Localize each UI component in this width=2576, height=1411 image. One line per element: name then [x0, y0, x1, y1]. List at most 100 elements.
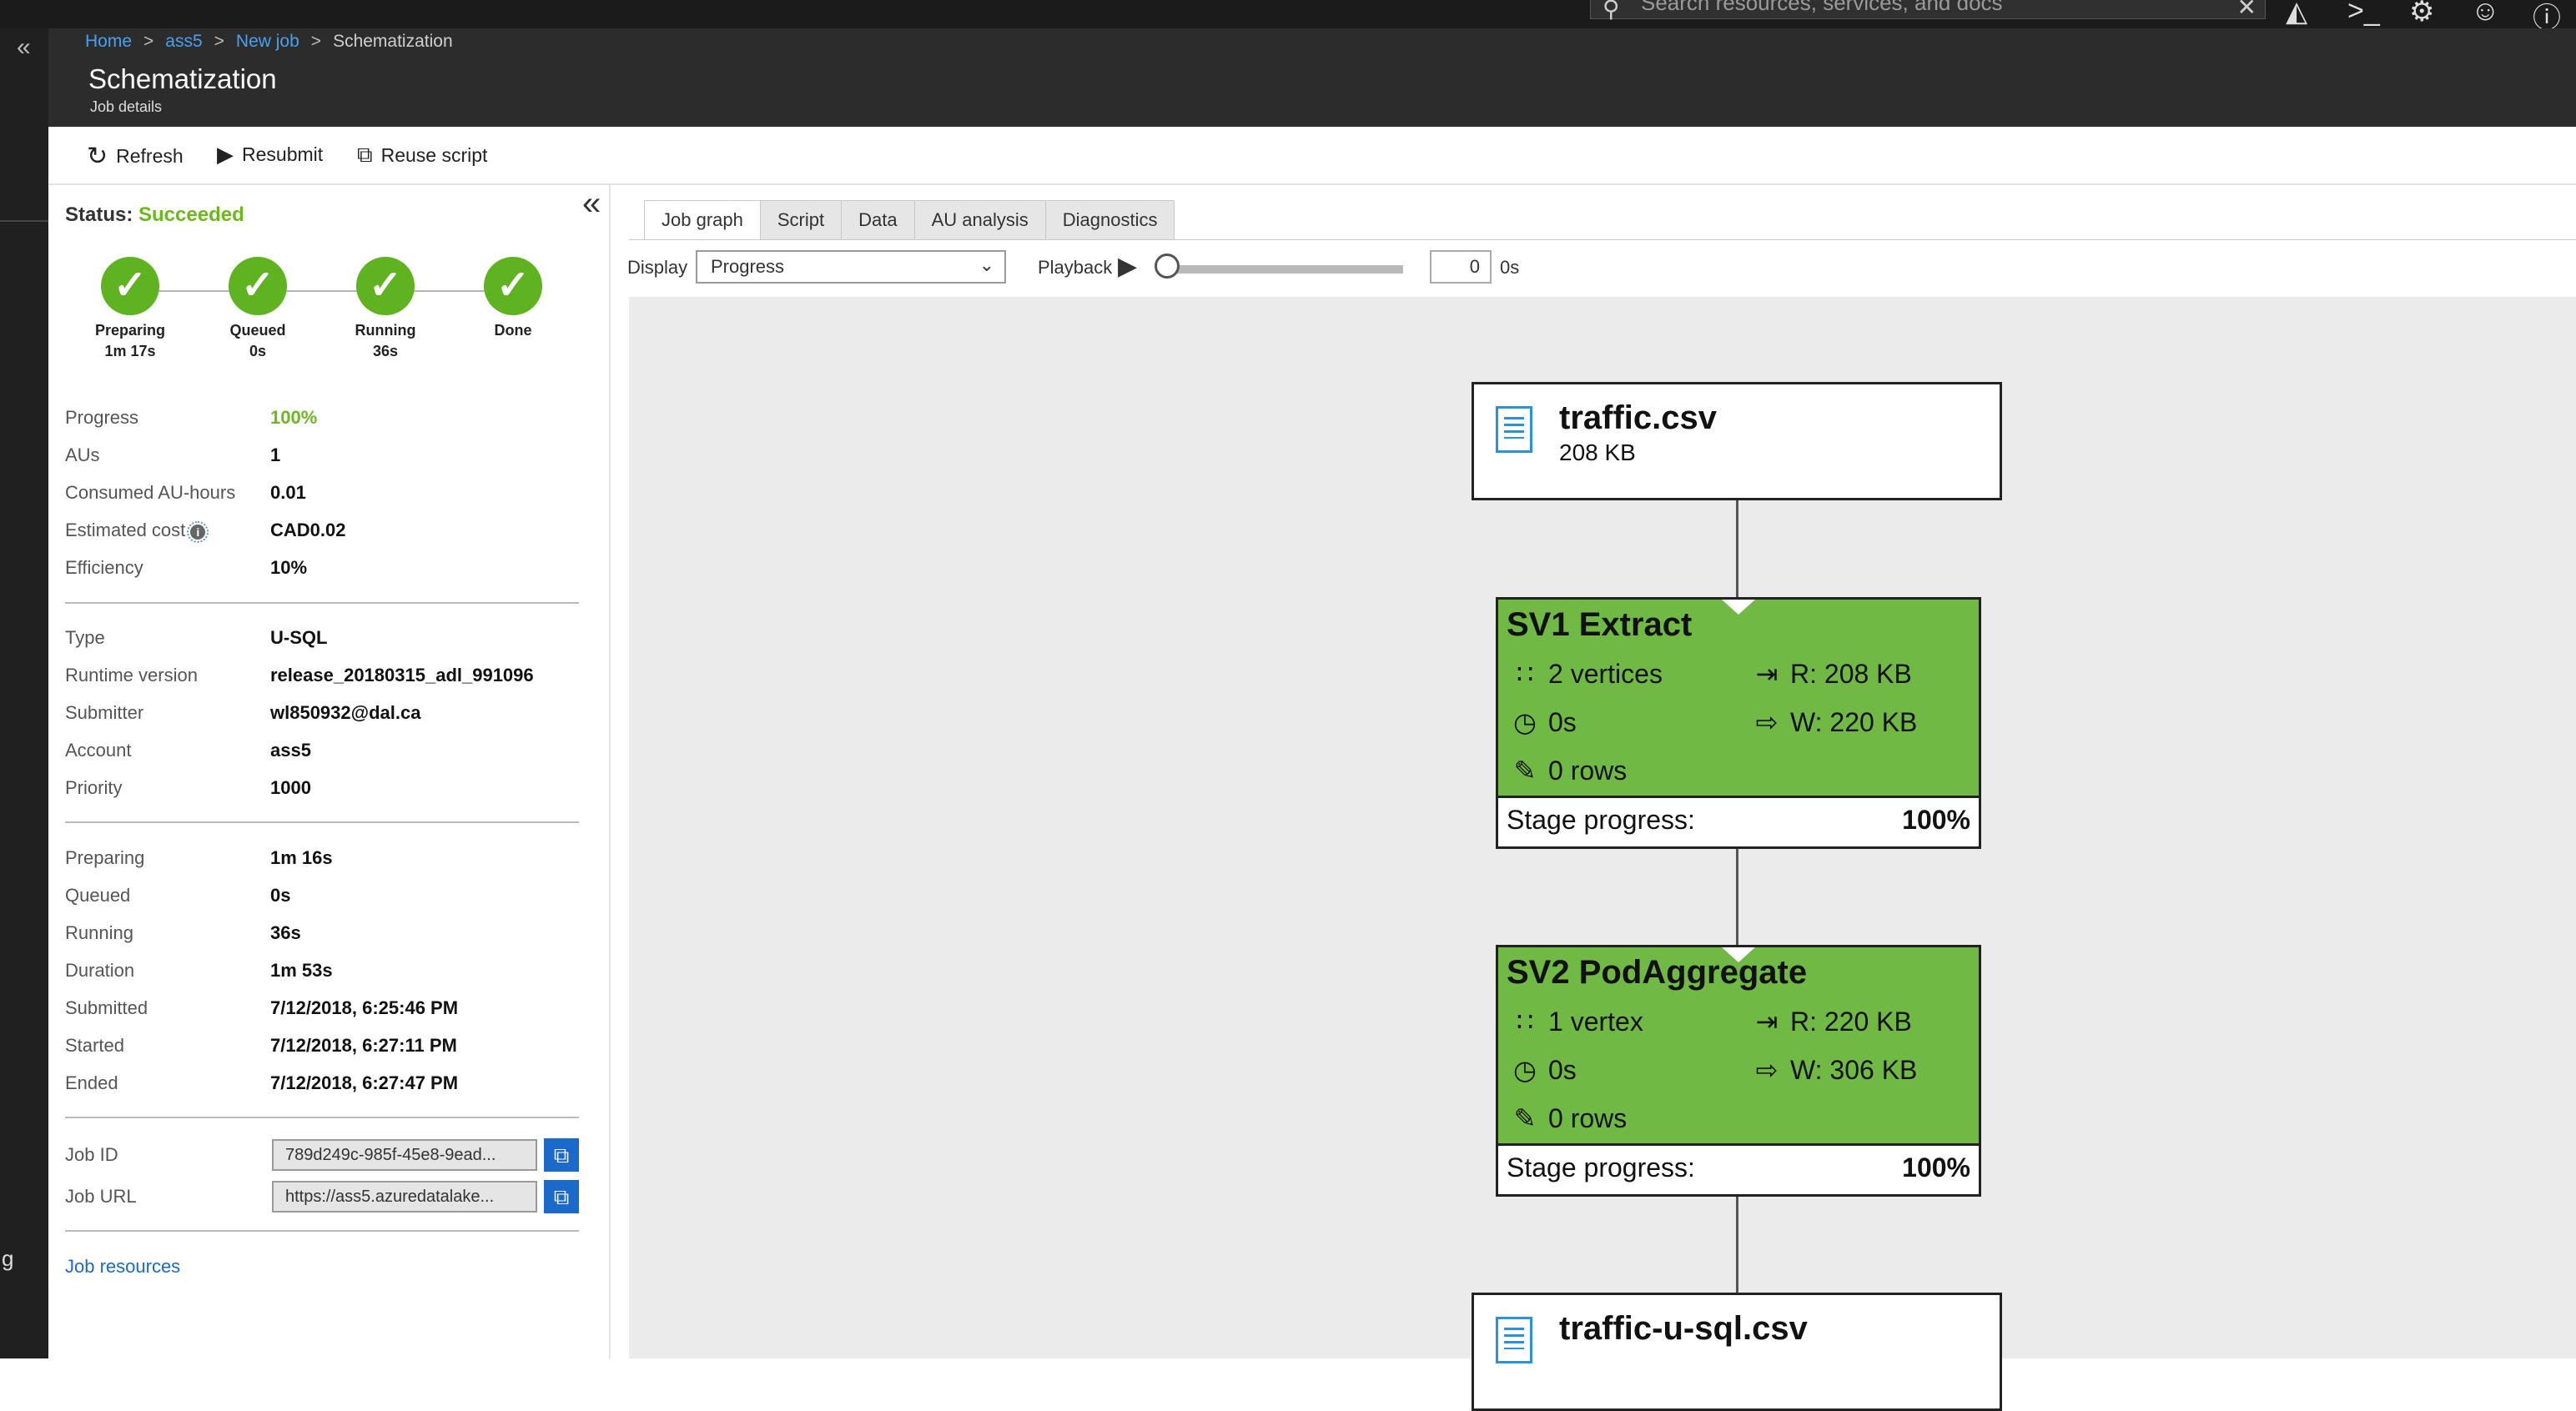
stage-write: ⇨ W: 306 KB — [1752, 1054, 1918, 1086]
runtime-value: release_20180315_adl_991096 — [270, 665, 534, 685]
left-nav-rail: « g — [0, 28, 48, 1358]
output-file-node[interactable]: traffic-u-sql.csv — [1472, 1293, 2002, 1411]
submitter-key: Submitter — [65, 702, 144, 723]
play-icon: ▶ — [217, 142, 234, 167]
close-icon[interactable]: ✕ — [2237, 0, 2257, 21]
stage-progress-value: 100% — [1902, 1152, 1970, 1183]
stage-time: ◷ 0s — [1510, 706, 1577, 738]
efficiency-value: 10% — [270, 557, 308, 578]
collapse-panel-icon[interactable]: « — [582, 185, 601, 223]
breadcrumb-separator: > — [310, 32, 322, 51]
rows-icon: ✎ — [1513, 1103, 1537, 1133]
copy-jobid-button[interactable]: ⧉ — [544, 1138, 579, 1172]
blade-header: Home > ass5 > New job > Schematization S… — [48, 28, 2576, 127]
search-input[interactable]: ⚲ Search resources, services, and docs ✕ — [1590, 0, 2266, 22]
stage-node-sv1[interactable]: SV1 Extract ∷ 2 vertices ◷ 0s ✎ 0 rows ⇥ R: … — [1496, 597, 1981, 849]
step-label: Queued — [229, 322, 286, 339]
runtime-row: Runtime version release_20180315_adl_9910… — [65, 665, 534, 686]
refresh-icon: ↻ — [87, 143, 108, 170]
started-value: 7/12/2018, 6:27:11 PM — [270, 1035, 457, 1056]
copy-joburl-button[interactable]: ⧉ — [544, 1180, 579, 1213]
breadcrumb-newjob[interactable]: New job — [236, 32, 299, 52]
cost-value: CAD0.02 — [270, 520, 346, 540]
step-label: Running — [355, 322, 416, 339]
connector-arrow — [1722, 600, 1755, 615]
step-time: 36s — [372, 343, 399, 359]
running-key: Running — [65, 922, 133, 943]
connector-arrow — [1722, 1295, 1755, 1310]
submitted-row: Submitted 7/12/2018, 6:25:46 PM — [65, 997, 458, 1019]
rail-divider — [0, 220, 48, 222]
write-value: W: 306 KB — [1790, 1054, 1918, 1085]
breadcrumb: Home > ass5 > New job > Schematization — [85, 32, 453, 52]
tab-script[interactable]: Script — [759, 200, 843, 240]
vertices-value: 2 vertices — [1548, 658, 1663, 689]
connector-line — [1736, 500, 1738, 597]
aus-key: AUs — [65, 444, 100, 465]
stage-progress: Stage progress: 100% — [1498, 1143, 1979, 1194]
job-resources-link[interactable]: Job resources — [65, 1256, 180, 1278]
input-file-node[interactable]: traffic.csv 208 KB — [1472, 382, 2002, 500]
cost-row: Estimated cost i CAD0.02 — [65, 520, 346, 543]
playback-slider-handle[interactable] — [1155, 254, 1180, 279]
cloud-shell-icon[interactable]: >_ — [2347, 0, 2380, 28]
check-icon: ✓ — [356, 257, 415, 315]
started-key: Started — [65, 1035, 124, 1056]
vertices-icon: ∷ — [1516, 659, 1534, 689]
stage-time: ◷ 0s — [1510, 1054, 1577, 1086]
tab-data[interactable]: Data — [841, 200, 915, 240]
efficiency-key: Efficiency — [65, 557, 143, 578]
tab-job-graph[interactable]: Job graph — [644, 200, 761, 240]
priority-value: 1000 — [270, 777, 311, 798]
reuse-script-label: Reuse script — [380, 143, 488, 166]
tab-au-analysis[interactable]: AU analysis — [913, 200, 1046, 240]
gear-icon[interactable]: ⚙ — [2409, 0, 2434, 28]
divider — [65, 1230, 579, 1232]
joburl-field[interactable]: https://ass5.azuredatalake... — [272, 1181, 537, 1213]
read-value: R: 208 KB — [1790, 658, 1912, 689]
search-icon: ⚲ — [1602, 0, 1620, 22]
account-value: ass5 — [270, 740, 311, 761]
consumed-row: Consumed AU-hours 0.01 — [65, 482, 306, 504]
tab-diagnostics[interactable]: Diagnostics — [1044, 200, 1175, 240]
runtime-key: Runtime version — [65, 665, 198, 685]
playback-time-input[interactable]: 0 — [1430, 250, 1492, 284]
job-tabs: Job graph Script Data AU analysis Diagno… — [644, 200, 1175, 240]
divider — [65, 821, 579, 823]
info-icon[interactable]: i — [187, 521, 209, 543]
preparing-key: Preparing — [65, 847, 145, 868]
breadcrumb-account[interactable]: ass5 — [165, 32, 202, 52]
clock-icon: ◷ — [1513, 1055, 1537, 1085]
display-select[interactable]: Progress ⌄ — [696, 250, 1006, 284]
rows-icon: ✎ — [1513, 756, 1537, 786]
stage-vertices: ∷ 2 vertices — [1510, 658, 1663, 690]
write-value: W: 220 KB — [1790, 706, 1918, 737]
copy-icon: ⧉ — [553, 1142, 570, 1167]
playback-unit: 0s — [1500, 257, 1520, 278]
clock-icon: ◷ — [1513, 707, 1537, 737]
stage-name: SV2 PodAggregate — [1507, 954, 1808, 991]
play-icon[interactable]: ▶ — [1118, 252, 1137, 281]
progress-value: 100% — [270, 407, 318, 428]
stage-name: SV1 Extract — [1507, 606, 1693, 643]
step-done: ✓ Done — [459, 257, 567, 343]
submitter-value: wl850932@dal.ca — [270, 702, 421, 723]
stage-node-sv2[interactable]: SV2 PodAggregate ∷ 1 vertex ◷ 0s ✎ 0 rows ⇥… — [1496, 945, 1981, 1197]
expand-nav-icon[interactable]: « — [17, 33, 31, 62]
refresh-button[interactable]: ↻ Refresh — [87, 142, 184, 171]
page-subtitle: Job details — [90, 98, 163, 115]
reuse-script-button[interactable]: ⧉ Reuse script — [357, 142, 487, 168]
copy-script-icon: ⧉ — [357, 142, 373, 167]
resubmit-button[interactable]: ▶ Resubmit — [217, 142, 323, 168]
breadcrumb-home[interactable]: Home — [85, 32, 132, 52]
divider — [65, 1117, 579, 1118]
playback-slider-track[interactable] — [1166, 265, 1403, 274]
cost-key: Estimated cost — [65, 520, 186, 540]
submitted-value: 7/12/2018, 6:25:46 PM — [270, 997, 459, 1018]
bell-icon[interactable]: ◭ — [2286, 0, 2307, 28]
duration-value: 1m 53s — [270, 960, 333, 981]
smiley-icon[interactable]: ☺ — [2471, 0, 2500, 28]
jobid-field[interactable]: 789d249c-985f-45e8-9ead... — [272, 1139, 537, 1171]
stage-rows: ✎ 0 rows — [1510, 755, 1628, 786]
type-row: Type U-SQL — [65, 627, 327, 649]
